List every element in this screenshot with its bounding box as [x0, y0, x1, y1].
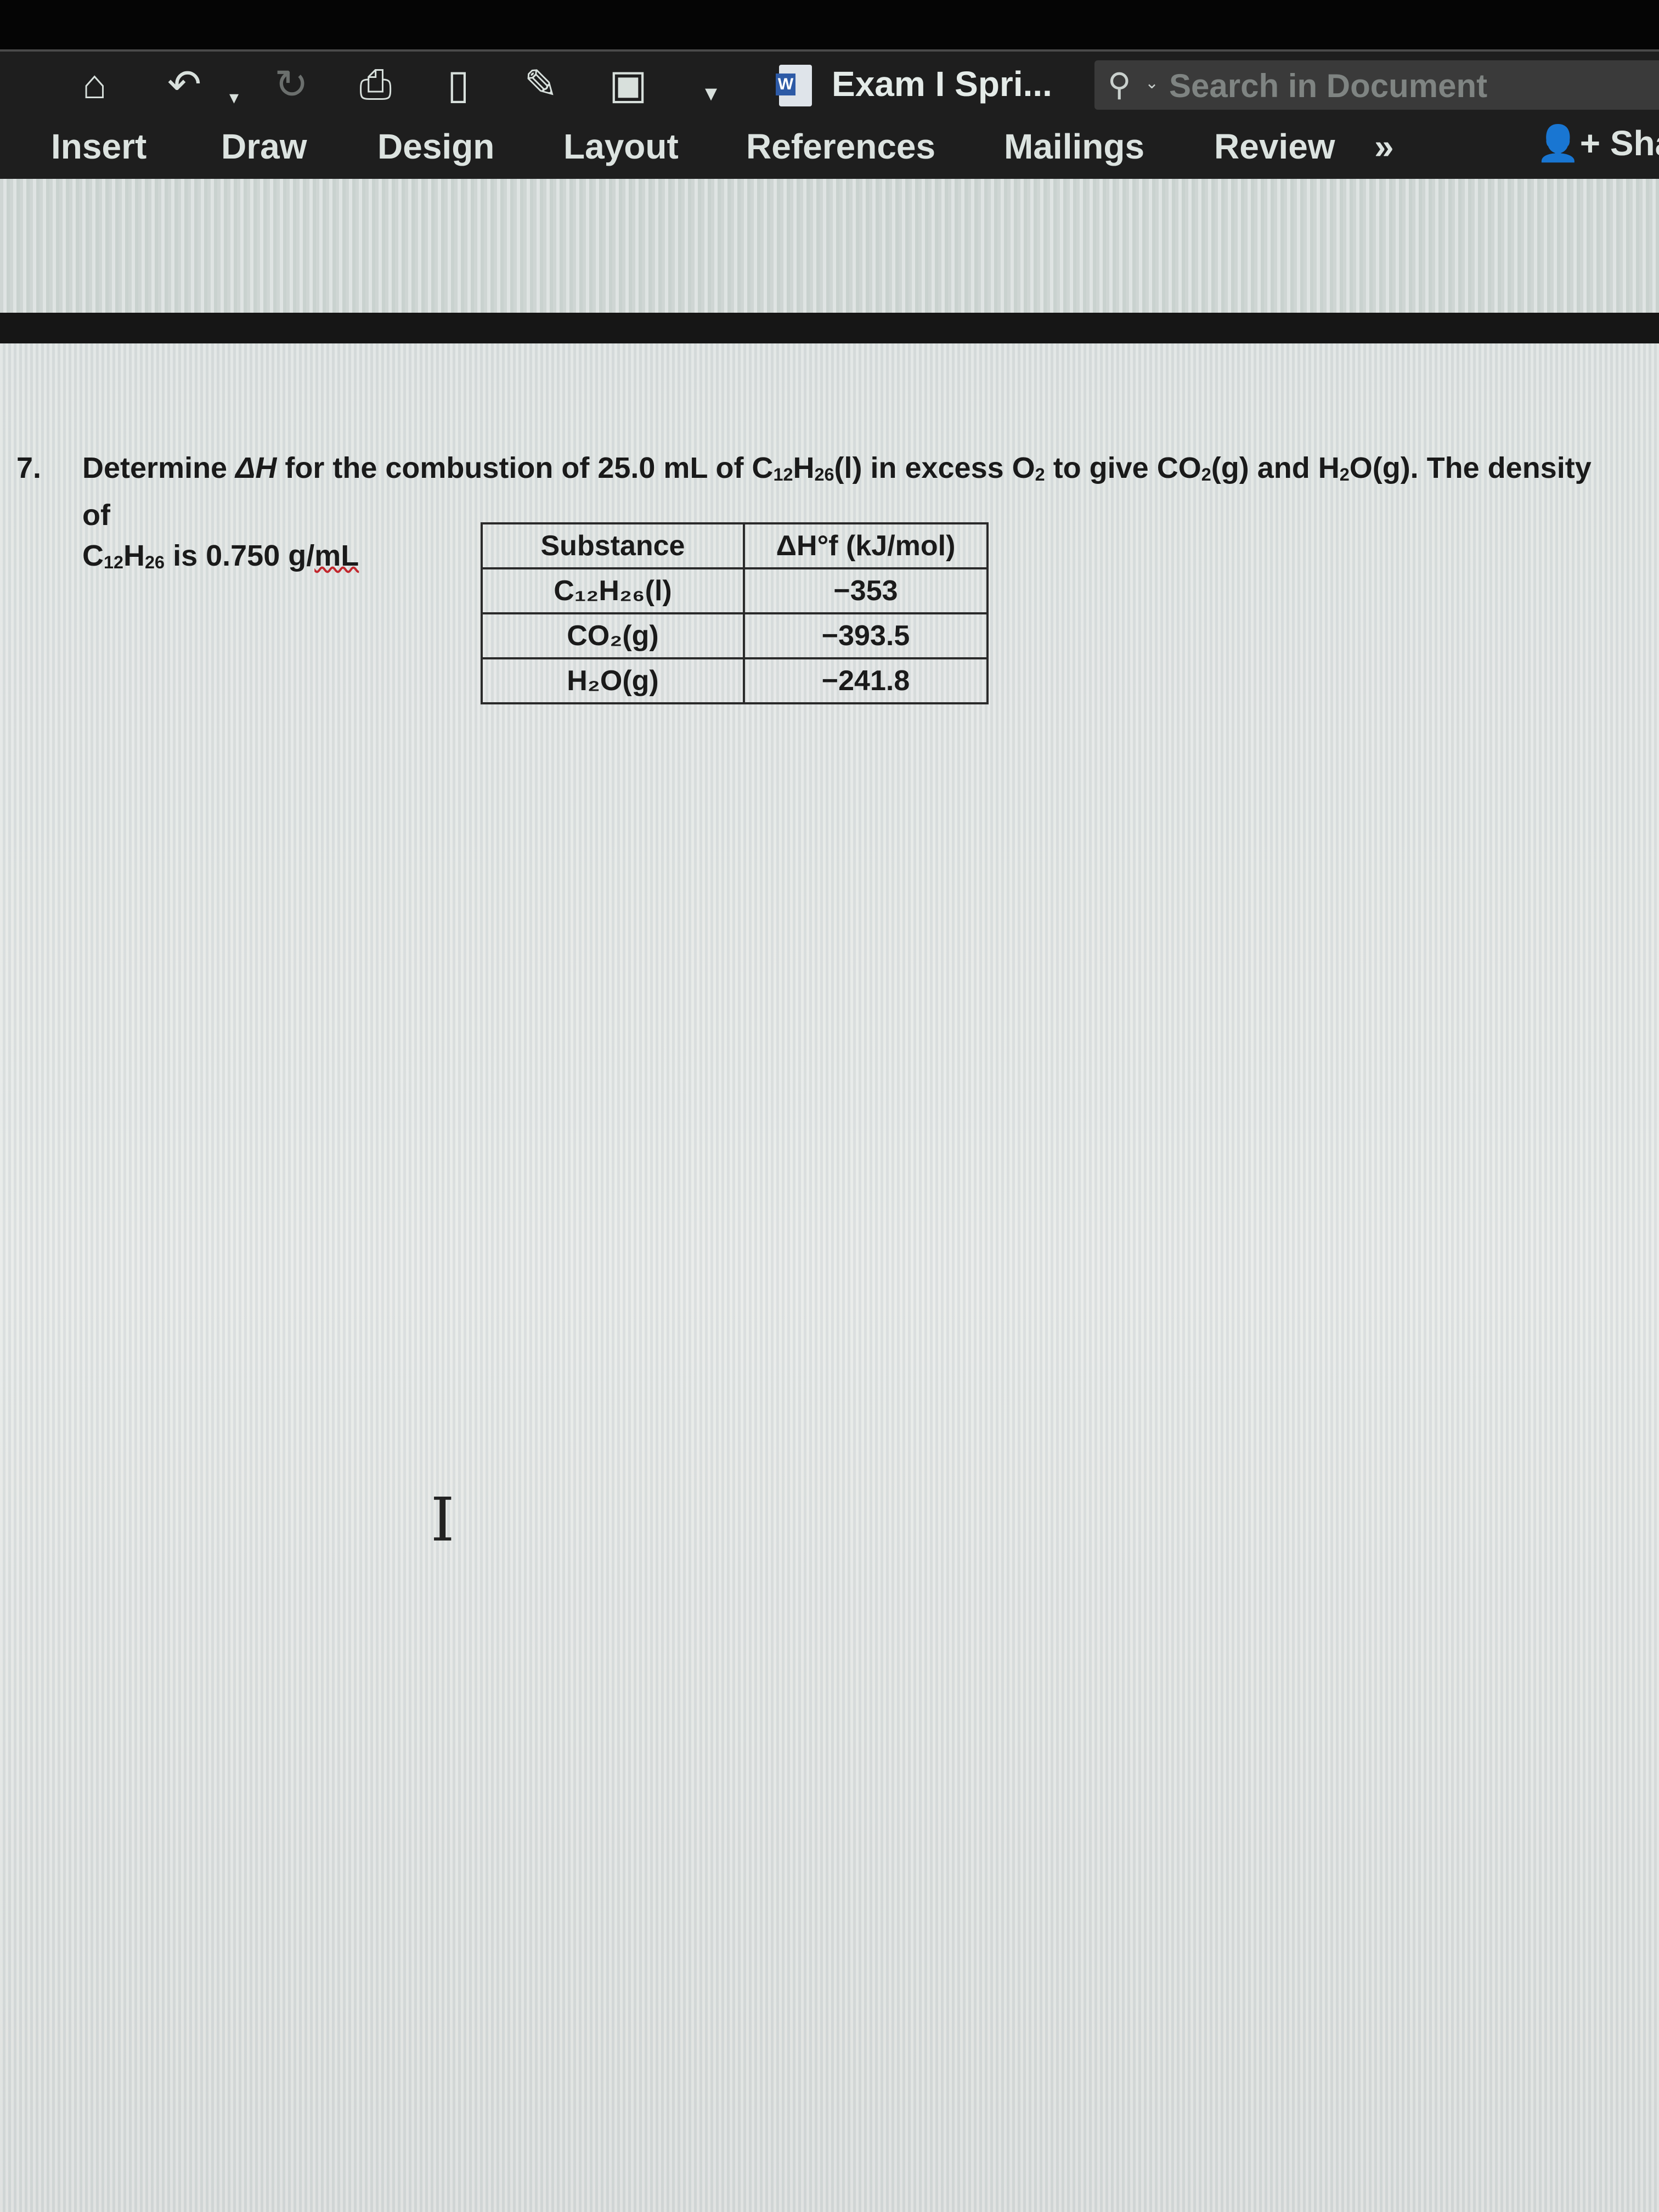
home-icon[interactable]: ⌂	[82, 63, 107, 106]
word-toolbar: ⌂ ↶ ▾ ↻ ⎙ ▯ ✎ ▣ ▾ W Exam I Spri... ⚲ ⌄ I…	[0, 49, 1659, 179]
tab-review[interactable]: Review	[1214, 126, 1335, 167]
subscript: 2	[1339, 464, 1350, 484]
subscript: 26	[145, 552, 165, 572]
text-run: to give CO	[1045, 452, 1201, 484]
text-run: for the combustion of 25.0 mL of C	[276, 452, 774, 484]
cell-value: −353	[743, 567, 989, 614]
ribbon-tabs: Insert Draw Design Layout References Mai…	[0, 123, 1659, 178]
text-run: (g) and H	[1211, 452, 1340, 484]
undo-dropdown-icon[interactable]: ▾	[229, 76, 239, 120]
more-tabs-button[interactable]: »	[1374, 126, 1394, 167]
quick-access-toolbar: ⌂ ↶ ▾ ↻ ⎙ ▯ ✎ ▣ ▾ W Exam I Spri... ⚲ ⌄	[0, 52, 1659, 117]
new-document-icon[interactable]: ▯	[447, 63, 470, 106]
tab-layout[interactable]: Layout	[563, 126, 679, 167]
enthalpy-table: Substance ΔH°f (kJ/mol) C₁₂H₂₆(l) −353 C…	[481, 522, 989, 704]
text-run: H	[123, 539, 145, 572]
print-icon[interactable]: ⎙	[359, 63, 392, 106]
document-title: Exam I Spri...	[832, 64, 1052, 104]
chevron-down-icon[interactable]: ⌄	[1145, 74, 1159, 93]
tab-design[interactable]: Design	[377, 126, 494, 167]
search-icon[interactable]: ⚲	[1108, 66, 1131, 103]
tab-draw[interactable]: Draw	[221, 126, 307, 167]
cell-value: −393.5	[743, 612, 989, 659]
header-enthalpy: ΔH°f (kJ/mol)	[743, 522, 989, 569]
text-run: C	[82, 539, 104, 572]
customize-toolbar-icon[interactable]: ▾	[705, 71, 717, 115]
subscript: 12	[104, 552, 124, 572]
tab-mailings[interactable]: Mailings	[1004, 126, 1144, 167]
text-run: is 0.750 g/	[165, 539, 315, 572]
search-box[interactable]: ⚲ ⌄	[1094, 60, 1659, 110]
search-input[interactable]	[1168, 66, 1642, 105]
table-row: CO₂(g) −393.5	[481, 612, 989, 659]
add-person-icon: 👤+	[1536, 123, 1601, 163]
delta-h-symbol: ΔH	[235, 452, 277, 484]
cell-value: −241.8	[743, 657, 989, 704]
tab-references[interactable]: References	[746, 126, 935, 167]
table-row: C₁₂H₂₆(l) −353	[481, 567, 989, 614]
edit-document-icon[interactable]: ✎	[524, 63, 558, 106]
text-cursor-icon: I	[431, 1485, 455, 1555]
save-icon[interactable]: ▣	[609, 63, 647, 106]
page-separator	[0, 313, 1659, 343]
subscript: 2	[1201, 464, 1211, 484]
question-number: 7.	[16, 452, 42, 484]
header-substance: Substance	[481, 522, 745, 569]
previous-page-area	[0, 179, 1659, 313]
redo-icon[interactable]: ↻	[274, 63, 308, 106]
undo-icon[interactable]: ↶	[167, 63, 201, 106]
subscript: 26	[814, 464, 834, 484]
subscript: 12	[773, 464, 793, 484]
tab-insert[interactable]: Insert	[51, 126, 146, 167]
cell-substance: CO₂(g)	[481, 612, 745, 659]
table-header-row: Substance ΔH°f (kJ/mol)	[481, 522, 989, 569]
text-run: Determine	[82, 452, 236, 484]
screen-bezel	[0, 0, 1659, 49]
document-page[interactable]: 7. Determine ΔH for the combustion of 25…	[0, 343, 1659, 2212]
spelling-error-mark[interactable]: mL	[314, 539, 359, 572]
subscript: 2	[1035, 464, 1045, 484]
share-button[interactable]: 👤+ Sha	[1536, 123, 1659, 164]
text-run: (l) in excess O	[834, 452, 1035, 484]
cell-substance: C₁₂H₂₆(l)	[481, 567, 745, 614]
text-run: H	[793, 452, 815, 484]
word-app-icon: W	[776, 65, 812, 106]
table-row: H₂O(g) −241.8	[481, 657, 989, 704]
share-label: Sha	[1610, 123, 1659, 163]
cell-substance: H₂O(g)	[481, 657, 745, 704]
